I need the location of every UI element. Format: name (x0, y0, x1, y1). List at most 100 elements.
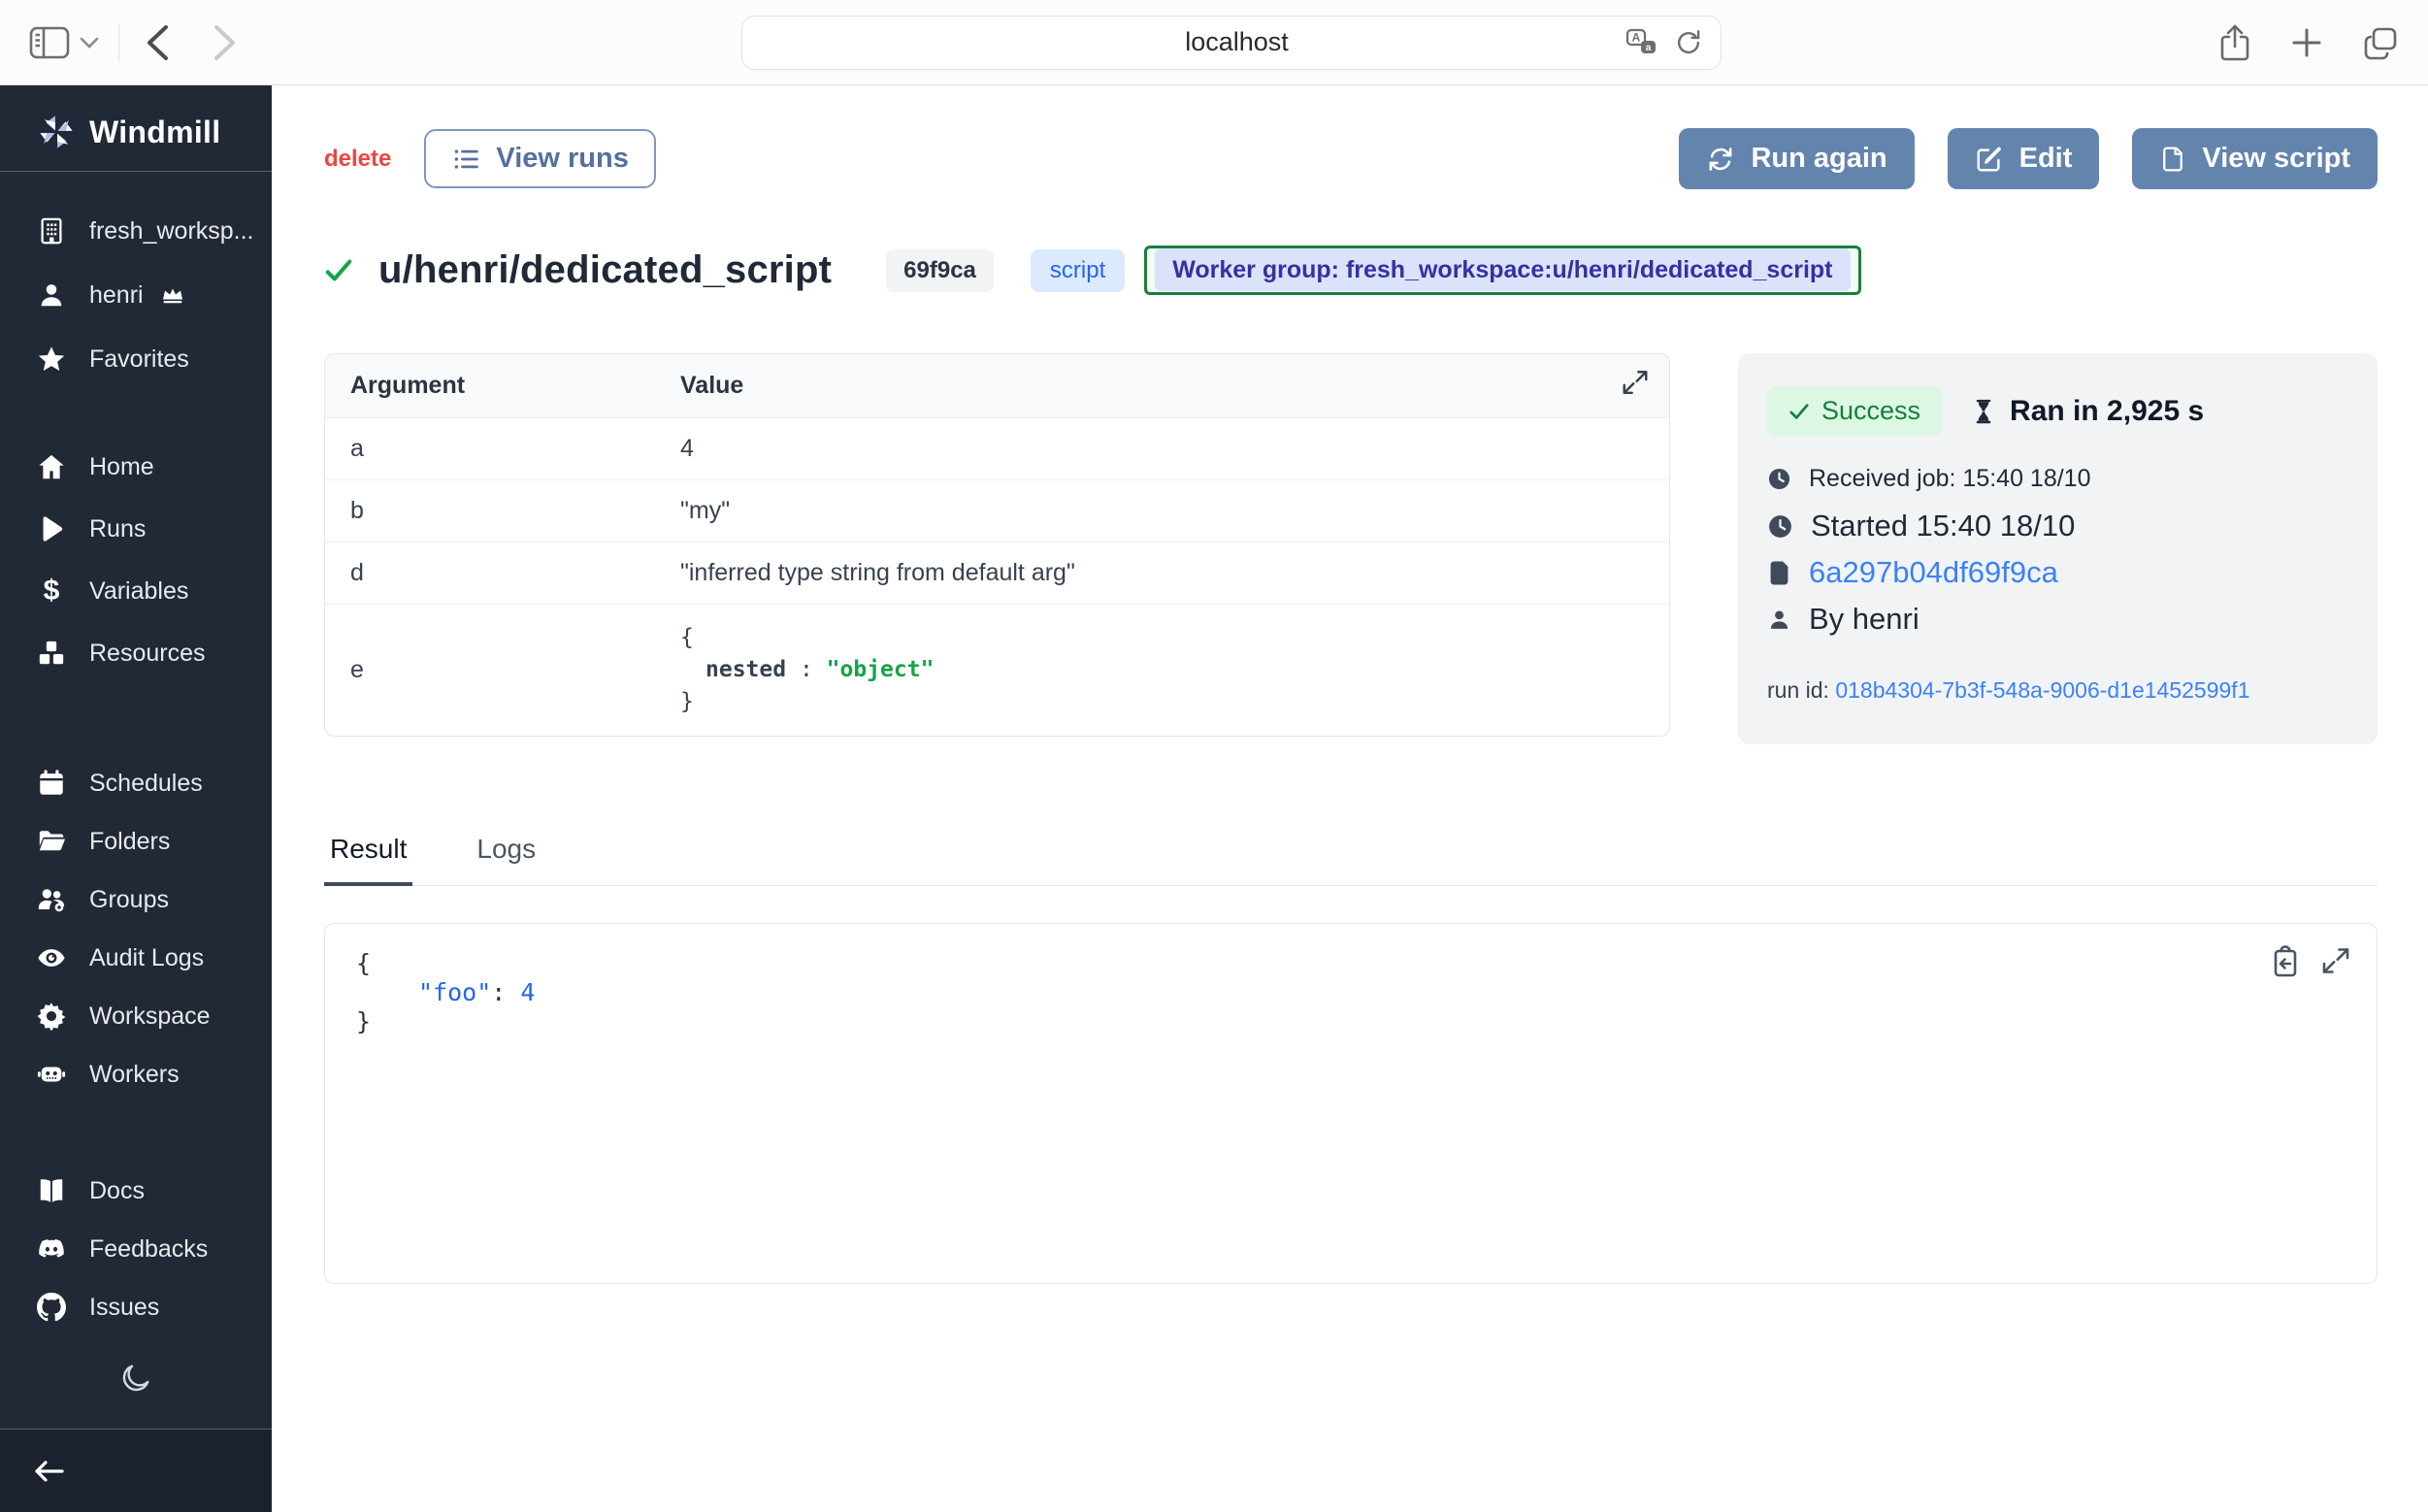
view-script-button[interactable]: View script (2132, 128, 2378, 189)
duration-label: Ran in 2,925 s (2010, 395, 2204, 428)
user-group-icon (37, 885, 66, 914)
collapse-sidebar-button[interactable] (33, 1457, 66, 1486)
json-key: "foo" (418, 978, 491, 1006)
book-icon (37, 1176, 66, 1205)
view-runs-label: View runs (496, 143, 628, 175)
status-badge: Success (1767, 386, 1942, 436)
expand-result-icon[interactable] (2320, 945, 2351, 978)
sidebar-item-variables[interactable]: $ Variables (0, 560, 272, 622)
tab-overview-icon[interactable] (2362, 25, 2399, 60)
duration: Ran in 2,925 s (1971, 395, 2204, 428)
divider (118, 23, 119, 62)
sidebar-item-label: Feedbacks (89, 1235, 208, 1264)
refresh-icon (1706, 145, 1735, 174)
check-icon (1788, 402, 1810, 421)
sidebar-item-folders[interactable]: Folders (0, 812, 272, 871)
json-colon: : (786, 657, 827, 682)
dark-mode-toggle[interactable] (119, 1362, 152, 1395)
user-icon (37, 280, 66, 310)
edit-icon (1975, 145, 2004, 174)
kind-badge: script (1031, 249, 1125, 292)
sidebar-item-resources[interactable]: Resources (0, 622, 272, 684)
received-line: Received job: 15:40 18/10 (1767, 465, 2348, 493)
received-label: Received job: 15:40 18/10 (1809, 465, 2091, 493)
sidebar-item-audit-logs[interactable]: Audit Logs (0, 929, 272, 987)
github-icon (37, 1293, 66, 1322)
url-text[interactable]: localhost (760, 27, 1625, 57)
arg-value: 4 (680, 435, 1644, 463)
job-id-link[interactable]: 6a297b04df69f9ca (1809, 555, 2058, 590)
arguments-table: Argument Value a 4 b "my" d "inferred ty… (324, 353, 1670, 737)
sidebar-item-issues[interactable]: Issues (0, 1278, 272, 1336)
workspace-name: fresh_worksp... (89, 217, 254, 246)
svg-text:A: A (1631, 30, 1640, 44)
forward-button[interactable] (207, 18, 244, 67)
sidebar-item-groups[interactable]: Groups (0, 871, 272, 929)
json-close-brace: } (680, 686, 1644, 718)
arg-value-json: { nested : "object" } (680, 622, 1644, 718)
translate-icon[interactable]: A a (1625, 28, 1658, 57)
sidebar-item-label: Docs (89, 1177, 145, 1205)
copy-result-icon[interactable] (2270, 945, 2301, 978)
result-panel: { "foo": 4 } (324, 923, 2378, 1284)
share-icon[interactable] (2218, 23, 2251, 62)
expand-table-icon[interactable] (1621, 368, 1650, 397)
result-tabs: Result Logs (324, 834, 2378, 886)
sidebar-item-label: Audit Logs (89, 944, 204, 972)
table-row: d "inferred type string from default arg… (325, 542, 1669, 604)
star-icon (37, 345, 66, 374)
sidebar-item-workspace-switcher[interactable]: fresh_worksp... (0, 199, 272, 263)
run-again-button[interactable]: Run again (1679, 128, 1914, 189)
windmill-logo[interactable]: Windmill (0, 85, 272, 171)
sidebar-item-label: Variables (89, 577, 188, 606)
home-icon (37, 452, 66, 481)
play-icon (37, 514, 66, 543)
tab-result[interactable]: Result (324, 834, 412, 886)
sidebar-item-runs[interactable]: Runs (0, 498, 272, 560)
arg-name: b (350, 497, 680, 525)
dollar-icon: $ (37, 576, 66, 606)
worker-group-box: Worker group: fresh_workspace:u/henri/de… (1144, 246, 1860, 295)
run-id-link[interactable]: 018b4304-7b3f-548a-9006-d1e1452599f1 (1835, 677, 2249, 703)
reload-icon[interactable] (1674, 28, 1703, 57)
address-bar[interactable]: localhost A a (741, 16, 1722, 70)
started-label: Started 15:40 18/10 (1811, 509, 2075, 543)
version-hash-badge: 69f9ca (886, 249, 994, 292)
sidebar-item-feedbacks[interactable]: Feedbacks (0, 1220, 272, 1278)
user-icon (1767, 608, 1791, 632)
edit-label: Edit (2019, 143, 2073, 175)
robot-icon (37, 1060, 66, 1089)
table-header: Argument Value (325, 354, 1669, 417)
sidebar-item-user[interactable]: henri (0, 263, 272, 327)
clock-icon (1767, 513, 1793, 540)
delete-button[interactable]: delete (324, 146, 391, 173)
sidebar-item-workers[interactable]: Workers (0, 1045, 272, 1103)
json-colon: : (491, 978, 520, 1006)
tab-logs[interactable]: Logs (471, 834, 541, 885)
browser-toolbar: localhost A a (0, 0, 2428, 85)
table-row: a 4 (325, 417, 1669, 479)
job-id-line[interactable]: 6a297b04df69f9ca (1767, 555, 2348, 590)
run-info-panel: Success Ran in 2,925 s Received job: 15:… (1738, 353, 2378, 744)
sidebar-item-schedules[interactable]: Schedules (0, 754, 272, 812)
sidebar-toggle-icon[interactable] (29, 26, 70, 59)
page-title: u/henri/dedicated_script (378, 248, 832, 292)
new-tab-icon[interactable] (2290, 26, 2323, 59)
favorites-label: Favorites (89, 345, 189, 374)
sidebar-item-home[interactable]: Home (0, 436, 272, 498)
sidebar-item-label: Runs (89, 515, 146, 543)
building-icon (37, 216, 66, 246)
edit-button[interactable]: Edit (1948, 128, 2100, 189)
sidebar-item-label: Schedules (89, 770, 203, 798)
json-key: nested (705, 657, 786, 682)
view-runs-button[interactable]: View runs (424, 129, 655, 188)
column-value: Value (680, 372, 1644, 400)
sidebar-item-docs[interactable]: Docs (0, 1162, 272, 1220)
sidebar: Windmill fresh_worksp... (0, 85, 272, 1512)
user-name: henri (89, 281, 144, 310)
sidebar-item-workspace-settings[interactable]: Workspace (0, 987, 272, 1045)
back-button[interactable] (139, 18, 176, 67)
sidebar-item-favorites[interactable]: Favorites (0, 327, 272, 391)
started-line: Started 15:40 18/10 (1767, 509, 2348, 543)
chevron-down-icon[interactable] (80, 37, 99, 49)
